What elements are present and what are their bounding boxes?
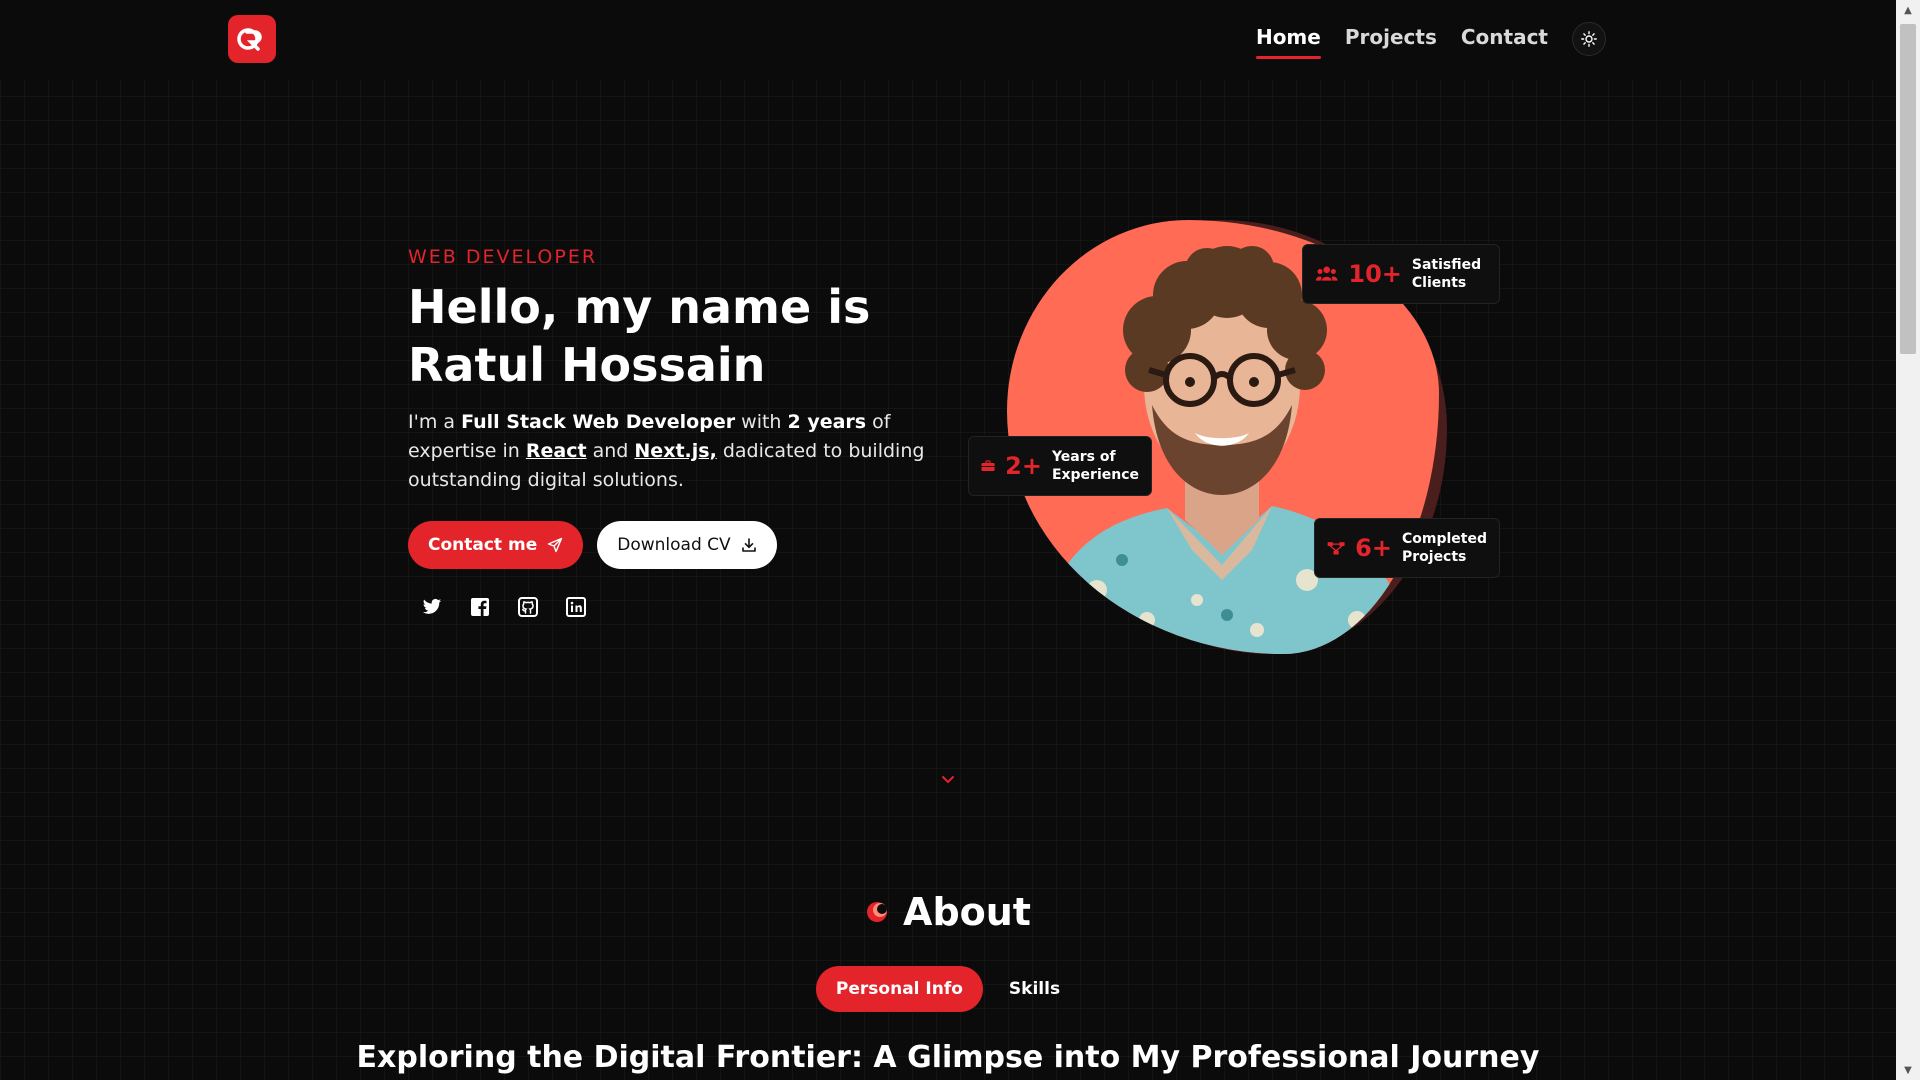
download-cv-label: Download CV — [617, 535, 731, 555]
desc-nextjs-link[interactable]: Next.js, — [634, 440, 716, 462]
briefcase-icon — [981, 460, 995, 472]
cta-row: Contact me Download CV — [408, 521, 948, 569]
linkedin-link[interactable] — [564, 595, 588, 619]
twitter-icon — [422, 598, 442, 614]
stat-experience-label: Years of Experience — [1051, 449, 1140, 483]
logo[interactable] — [228, 15, 276, 63]
facebook-icon — [471, 598, 489, 616]
facebook-link[interactable] — [468, 595, 492, 619]
chevron-down-icon — [942, 776, 954, 783]
stat-clients-number: 10+ — [1348, 260, 1402, 288]
desc-text: I'm a — [408, 411, 462, 433]
desc-text: with — [735, 411, 788, 433]
social-links — [408, 595, 948, 619]
hero-title-line2: Ratul Hossain — [408, 338, 766, 392]
page-scrollbar[interactable]: ▲ ▼ — [1896, 0, 1920, 1080]
hero-eyebrow: WEB DEVELOPER — [408, 246, 598, 268]
tab-personal-info[interactable]: Personal Info — [815, 966, 983, 1012]
about-badge-icon — [867, 902, 888, 922]
hero-description: I'm a Full Stack Web Developer with 2 ye… — [408, 408, 928, 495]
about-title: About — [903, 890, 1031, 934]
tab-skills[interactable]: Skills — [989, 966, 1080, 1012]
main-nav: Home Projects Contact — [1255, 22, 1606, 59]
theme-toggle-button[interactable] — [1572, 22, 1606, 56]
hero-intro: WEB DEVELOPER Hello, my name is Ratul Ho… — [408, 246, 948, 619]
stat-projects-number: 6+ — [1355, 534, 1392, 562]
nav-projects[interactable]: Projects — [1345, 25, 1437, 53]
scrollbar-thumb[interactable] — [1900, 24, 1916, 354]
logo-mark-icon — [237, 28, 262, 51]
nav-home[interactable]: Home — [1255, 25, 1321, 59]
linkedin-icon — [566, 597, 586, 617]
scroll-down-button[interactable] — [938, 770, 958, 790]
users-icon — [1315, 266, 1338, 281]
github-icon — [518, 597, 538, 617]
download-cv-button[interactable]: Download CV — [597, 521, 777, 569]
stat-card-clients: 10+ Satisfied Clients — [1302, 244, 1500, 304]
hero-title-line1: Hello, my name is — [408, 280, 871, 334]
about-tabs: Personal Info Skills — [0, 966, 1896, 1012]
github-link[interactable] — [516, 595, 540, 619]
desc-role: Full Stack Web Developer — [461, 411, 736, 433]
about-section-title: About — [0, 890, 1896, 934]
twitter-link[interactable] — [420, 595, 444, 619]
contact-me-label: Contact me — [428, 535, 538, 555]
send-icon — [548, 537, 563, 553]
hero-title: Hello, my name is Ratul Hossain — [408, 278, 948, 394]
desc-text: and — [586, 440, 635, 462]
stat-card-projects: 6+ Completed Projects — [1314, 518, 1500, 578]
nav-contact[interactable]: Contact — [1461, 25, 1548, 53]
scroll-up-arrow-icon[interactable]: ▲ — [1896, 0, 1920, 20]
stat-clients-label: Satisfied Clients — [1411, 257, 1482, 291]
stat-card-experience: 2+ Years of Experience — [968, 436, 1152, 496]
desc-react-link[interactable]: React — [526, 440, 587, 462]
stat-experience-number: 2+ — [1005, 452, 1042, 480]
stat-projects-label: Completed Projects — [1401, 531, 1487, 565]
site-header: Home Projects Contact — [0, 0, 1896, 80]
network-icon — [1327, 542, 1345, 555]
about-heading: Exploring the Digital Frontier: A Glimps… — [356, 1040, 1540, 1075]
contact-me-button[interactable]: Contact me — [408, 521, 584, 569]
scroll-down-arrow-icon[interactable]: ▼ — [1896, 1060, 1920, 1080]
sun-icon — [1581, 31, 1597, 47]
desc-years: 2 years — [787, 411, 867, 433]
download-icon — [741, 538, 756, 552]
